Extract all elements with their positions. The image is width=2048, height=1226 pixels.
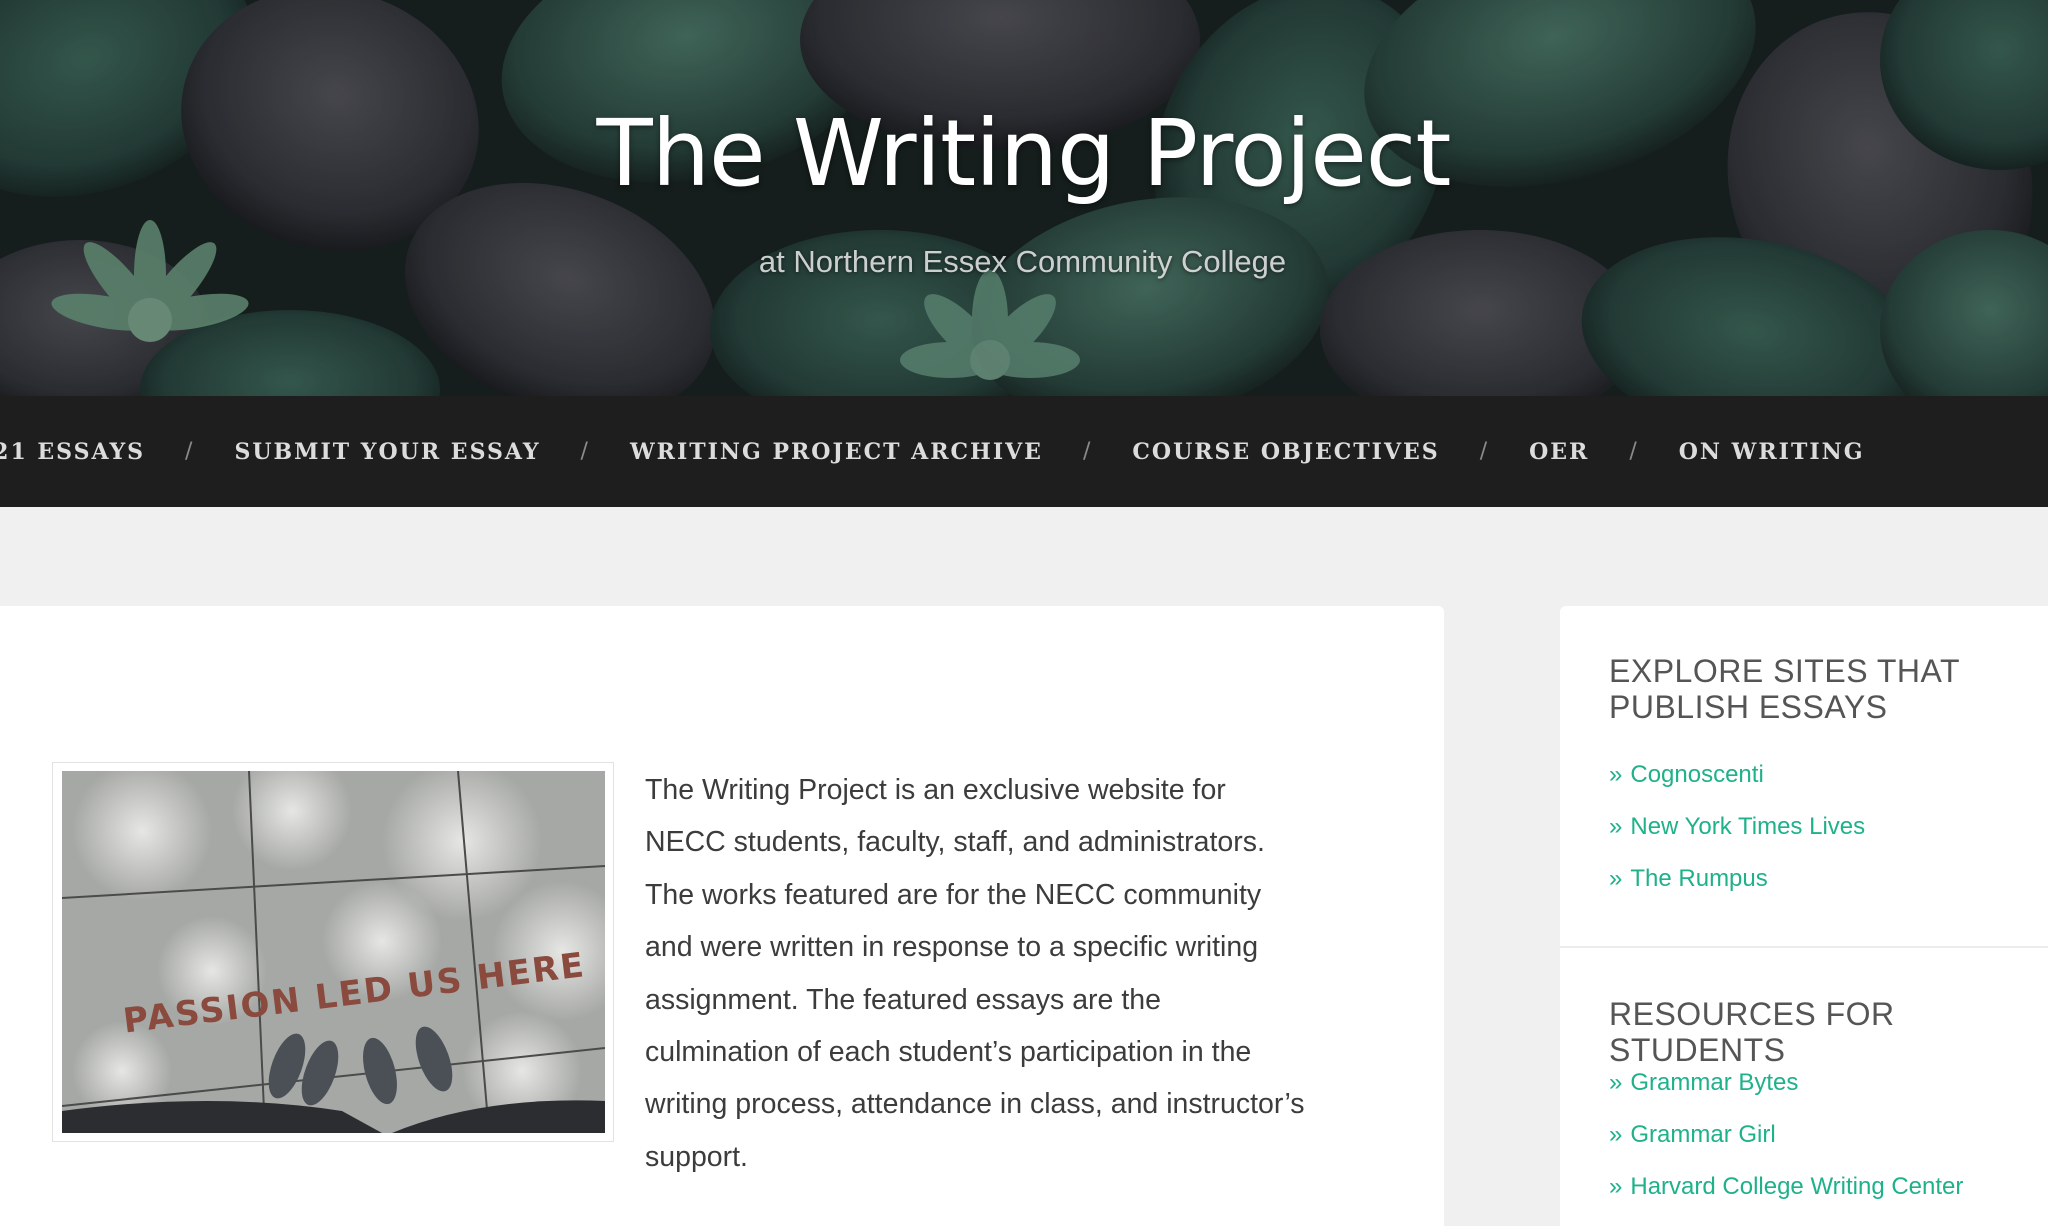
nav-item-on-writing[interactable]: ON WRITING (1679, 439, 1865, 465)
list-item: » Harvard College Writing Center (1609, 1172, 1963, 1224)
primary-navigation: -21 ESSAYS / SUBMIT YOUR ESSAY / WRITING… (0, 396, 2048, 507)
list-item: » New York Times Lives (1609, 812, 1865, 864)
link-harvard-college-writing-center[interactable]: Harvard College Writing Center (1630, 1173, 1963, 1200)
nav-item-course-objectives[interactable]: COURSE OBJECTIVES (1132, 439, 1439, 465)
link-cognoscenti[interactable]: Cognoscenti (1630, 761, 1763, 788)
link-grammar-girl[interactable]: Grammar Girl (1630, 1121, 1775, 1148)
widget-title-resources-for-students: RESOURCES FOR STUDENTS (1609, 996, 1895, 1068)
nav-item-submit-your-essay[interactable]: SUBMIT YOUR ESSAY (234, 439, 540, 465)
intro-paragraph: The Writing Project is an exclusive webs… (645, 774, 1305, 1173)
link-new-york-times-lives[interactable]: New York Times Lives (1630, 813, 1865, 840)
bullet-icon: » (1609, 1121, 1623, 1148)
featured-image: PASSION LED US HERE (62, 771, 605, 1133)
nav-separator: / (580, 439, 590, 464)
nav-separator: / (1479, 439, 1490, 464)
link-the-rumpus[interactable]: The Rumpus (1630, 865, 1767, 892)
link-grammar-bytes[interactable]: Grammar Bytes (1630, 1069, 1798, 1096)
nav-separator: / (1629, 439, 1639, 464)
bullet-icon: » (1609, 865, 1623, 892)
site-tagline: at Northern Essex Community College (758, 244, 1287, 279)
sidewalk-photo: PASSION LED US HERE (62, 771, 605, 1133)
nav-separator: / (1082, 439, 1093, 464)
list-item: » Grammar Girl (1609, 1120, 1963, 1172)
student-resources-list: » Grammar Bytes » Grammar Girl » Harvard Co… (1609, 1068, 1963, 1224)
nav-item-essays[interactable]: -21 ESSAYS (0, 439, 145, 465)
bullet-icon: » (1609, 813, 1623, 840)
bullet-icon: » (1609, 761, 1623, 788)
bullet-icon: » (1609, 1069, 1623, 1096)
list-item: » The Rumpus (1609, 864, 1865, 916)
bullet-icon: » (1609, 1173, 1623, 1200)
nav-menu: -21 ESSAYS / SUBMIT YOUR ESSAY / WRITING… (0, 396, 1865, 507)
publish-sites-list: » Cognoscenti » New York Times Lives » The … (1609, 760, 1865, 916)
list-item: » Cognoscenti (1609, 760, 1865, 812)
nav-separator: / (185, 439, 195, 464)
list-item: » Grammar Bytes (1609, 1068, 1963, 1120)
nav-item-writing-project-archive[interactable]: WRITING PROJECT ARCHIVE (630, 439, 1043, 465)
sidebar-divider (1560, 946, 2048, 948)
site-title[interactable]: The Writing Project (0, 100, 2048, 207)
site-header: The Writing Project at Northern Essex Co… (0, 0, 2048, 396)
widget-title-publish-sites: EXPLORE SITES THAT PUBLISH ESSAYS (1609, 653, 1960, 725)
nav-item-oer[interactable]: OER (1529, 439, 1589, 465)
